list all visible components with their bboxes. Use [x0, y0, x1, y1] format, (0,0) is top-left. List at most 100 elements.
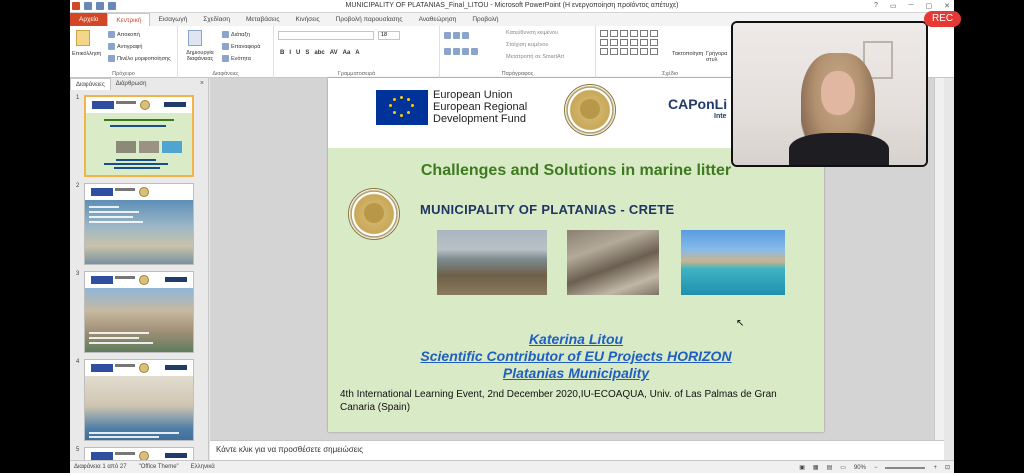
thumbnail-preview[interactable]	[84, 359, 194, 441]
tab-slides[interactable]: Διαφάνειες	[70, 78, 111, 90]
shape-icon[interactable]	[650, 39, 658, 46]
zoom-in-icon[interactable]: +	[933, 465, 937, 471]
new-slide-icon[interactable]	[188, 30, 202, 46]
shape-icon[interactable]	[610, 39, 618, 46]
maximize-button[interactable]: ▢	[926, 2, 933, 10]
shape-icon[interactable]	[600, 48, 608, 55]
strikethrough-button[interactable]: abc	[314, 50, 324, 56]
shape-icon[interactable]	[640, 30, 648, 37]
slides-group: Δημιουργία διαφάνειας Διάταξη Επαναφορά …	[178, 26, 274, 78]
shape-icon[interactable]	[630, 30, 638, 37]
clipboard-group: Επικόλληση Αποκοπή Αντιγραφή Πινέλο μορφ…	[70, 26, 178, 78]
slide-subtitle: MUNICIPALITY OF PLATANIAS - CRETE	[420, 202, 675, 217]
font-size-box[interactable]: 18	[378, 31, 400, 40]
slideshow-icon[interactable]: ▭	[840, 464, 846, 471]
new-slide-button[interactable]: Δημιουργία διαφάνειας	[180, 50, 220, 62]
thumbnail-preview[interactable]	[84, 95, 194, 177]
shape-icon[interactable]	[600, 39, 608, 46]
shape-icon[interactable]	[620, 48, 628, 55]
underline-button[interactable]: U	[296, 50, 300, 56]
thumbnail-preview[interactable]	[84, 447, 194, 461]
tab-view[interactable]: Προβολή	[464, 13, 506, 26]
shapes-gallery[interactable]	[600, 30, 658, 55]
shape-icon[interactable]	[610, 30, 618, 37]
layout-icon	[222, 31, 229, 38]
ribbon-display-button[interactable]: ▭	[890, 2, 897, 10]
shadow-button[interactable]: S	[305, 50, 309, 56]
shape-icon[interactable]	[650, 30, 658, 37]
paste-button[interactable]: Επικόλληση	[72, 51, 101, 57]
clear-sea-photo	[681, 230, 785, 295]
bullets-button[interactable]	[444, 32, 469, 39]
tab-outline[interactable]: Διάρθρωση	[111, 78, 152, 90]
tab-insert[interactable]: Εισαγωγή	[150, 13, 195, 26]
eu-flag-icon	[376, 90, 428, 125]
layout-label: Διάταξη	[231, 31, 250, 38]
cut-button[interactable]: Αποκοπή	[108, 31, 140, 38]
format-painter-button[interactable]: Πινέλο μορφοποίησης	[108, 55, 171, 62]
event-info: 4th International Learning Event, 2nd De…	[340, 389, 777, 413]
slide-number: 5	[76, 447, 80, 453]
align-buttons[interactable]	[444, 48, 478, 55]
shape-icon[interactable]	[620, 30, 628, 37]
caponlitter-logo: CAPonLi	[668, 96, 728, 112]
reading-view-icon[interactable]: ▤	[827, 464, 833, 471]
zoom-out-icon[interactable]: −	[874, 465, 878, 471]
shape-icon[interactable]	[600, 30, 608, 37]
change-case-button[interactable]: Aa	[343, 50, 351, 56]
tab-file[interactable]: Αρχείο	[70, 13, 108, 26]
tab-home[interactable]: Κεντρική	[107, 13, 151, 26]
language-indicator[interactable]: Ελληνικά	[191, 464, 215, 470]
presenter-face	[821, 71, 855, 115]
spacing-button[interactable]: AV	[330, 50, 338, 56]
thumbnail-preview[interactable]	[84, 183, 194, 265]
shape-icon[interactable]	[650, 48, 658, 55]
cut-label: Αποκοπή	[117, 31, 140, 38]
vertical-scrollbar[interactable]	[934, 78, 944, 440]
paste-icon[interactable]	[76, 30, 90, 46]
minimize-button[interactable]: ─	[909, 2, 914, 10]
bold-button[interactable]: B	[280, 50, 284, 56]
help-button[interactable]: ?	[874, 2, 878, 10]
arrange-button[interactable]: Τακτοποίηση	[672, 51, 703, 57]
tab-slide-show[interactable]: Προβολή παρουσίασης	[328, 13, 411, 26]
italic-button[interactable]: I	[289, 50, 291, 56]
thumbnail-preview[interactable]	[84, 271, 194, 353]
tab-design[interactable]: Σχεδίαση	[195, 13, 238, 26]
mouse-cursor-icon: ↖	[736, 318, 745, 329]
close-pane-icon[interactable]: ×	[200, 78, 204, 90]
notes-pane[interactable]: Κάντε κλικ για να προσθέσετε σημειώσεις	[210, 440, 944, 460]
normal-view-icon[interactable]: ▣	[799, 464, 805, 471]
zoom-level[interactable]: 90%	[854, 465, 866, 471]
slide-number: 3	[76, 271, 80, 277]
close-button[interactable]: ✕	[944, 2, 950, 10]
tab-transitions[interactable]: Μεταβάσεις	[238, 13, 288, 26]
slide-sorter-icon[interactable]: ▦	[813, 464, 819, 471]
fit-to-window-icon[interactable]: ⊡	[945, 464, 950, 471]
text-direction-button[interactable]: Κατεύθυνση κειμένου	[506, 30, 558, 36]
shape-icon[interactable]	[630, 39, 638, 46]
copy-button[interactable]: Αντιγραφή	[108, 43, 142, 50]
layout-button[interactable]: Διάταξη	[222, 31, 250, 38]
quick-styles-button[interactable]: Γρήγορα στυλ	[706, 51, 730, 63]
screen-frame: MUNICIPALITY OF PLATANIAS_Final_LITOU - …	[0, 0, 1024, 473]
shape-icon[interactable]	[620, 39, 628, 46]
font-name-box[interactable]	[278, 31, 374, 40]
align-center-icon	[453, 48, 460, 55]
align-text-button[interactable]: Στοίχιση κειμένου	[506, 42, 548, 48]
reset-button[interactable]: Επαναφορά	[222, 43, 260, 50]
copy-label: Αντιγραφή	[117, 43, 143, 50]
tab-review[interactable]: Αναθεώρηση	[411, 13, 465, 26]
shape-icon[interactable]	[640, 48, 648, 55]
font-color-button[interactable]: A	[355, 50, 359, 56]
shape-icon[interactable]	[610, 48, 618, 55]
paragraph-group-label: Παράγραφος	[501, 71, 534, 77]
tab-animations[interactable]: Κινήσεις	[288, 13, 328, 26]
smartart-button[interactable]: Μετατροπή σε SmartArt	[506, 54, 564, 60]
shape-icon[interactable]	[630, 48, 638, 55]
drawing-group-label: Σχέδιο	[661, 71, 679, 77]
section-button[interactable]: Ενότητα	[222, 55, 251, 62]
clipboard-group-label: Πρόχειρο	[112, 71, 135, 77]
zoom-slider[interactable]	[885, 466, 926, 469]
shape-icon[interactable]	[640, 39, 648, 46]
